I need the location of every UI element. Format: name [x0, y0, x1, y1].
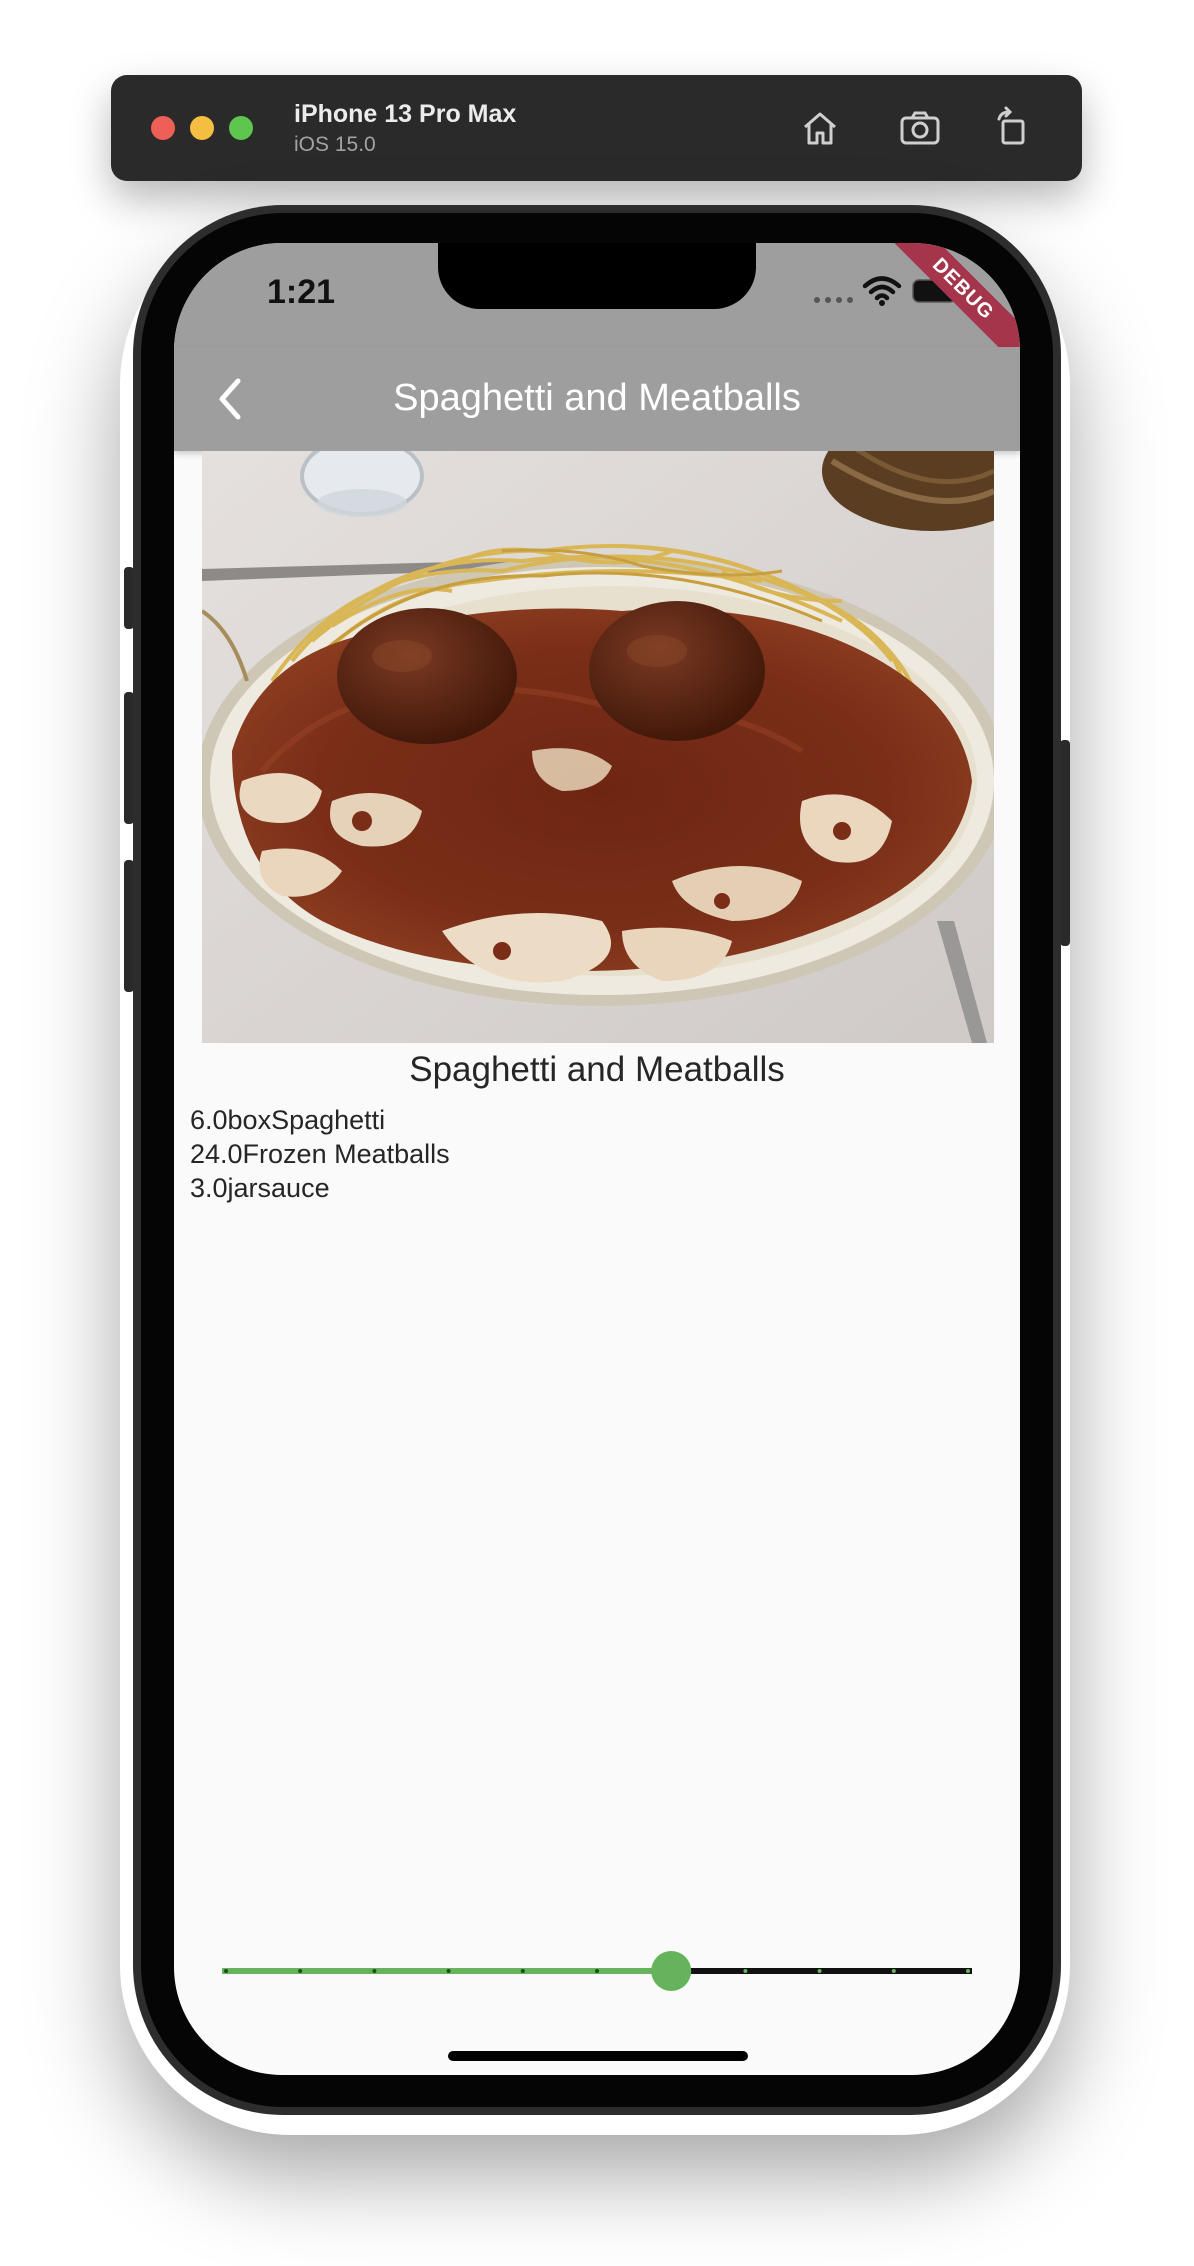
slider-tick [372, 1969, 377, 1973]
ingredient-item: 24.0Frozen Meatballs [190, 1139, 450, 1169]
servings-slider[interactable] [222, 1941, 972, 2001]
phone-screen: 1:21 DEBUG Spaghetti and Meatballs Spagh… [174, 243, 1020, 2075]
slider-tick [446, 1969, 451, 1973]
ingredient-item: 3.0jarsauce [190, 1173, 330, 1203]
slider-tick [298, 1969, 303, 1973]
cellular-signal-icon [814, 297, 853, 303]
wifi-icon [862, 276, 902, 306]
rotate-icon[interactable] [987, 103, 1037, 153]
os-version: iOS 15.0 [294, 133, 376, 156]
power-button [1060, 740, 1070, 946]
device-name: iPhone 13 Pro Max [294, 100, 517, 128]
app-bar: Spaghetti and Meatballs [174, 347, 1020, 451]
slider-tick [891, 1969, 896, 1973]
zoom-window-button[interactable] [229, 116, 253, 140]
page-title: Spaghetti and Meatballs [393, 377, 801, 419]
screenshot-icon[interactable] [895, 103, 945, 153]
recipe-photo [202, 451, 994, 1043]
home-icon[interactable] [795, 103, 845, 153]
slider-thumb[interactable] [651, 1951, 692, 1991]
minimize-window-button[interactable] [190, 116, 214, 140]
close-window-button[interactable] [151, 116, 175, 140]
status-time: 1:21 [267, 273, 336, 311]
notch [438, 243, 756, 309]
slider-tick [743, 1969, 748, 1973]
slider-tick [520, 1969, 525, 1973]
simulator-toolbar: iPhone 13 Pro Max iOS 15.0 [111, 75, 1082, 181]
ingredient-item: 6.0boxSpaghetti [190, 1105, 386, 1135]
slider-tick [966, 1969, 970, 1973]
slider-tick [595, 1969, 599, 1973]
home-indicator [448, 2051, 748, 2061]
recipe-name: Spaghetti and Meatballs [409, 1050, 785, 1089]
slider-tick [817, 1969, 822, 1973]
slider-tick [224, 1969, 228, 1973]
ingredient-list: 6.0boxSpaghetti 24.0Frozen Meatballs 3.0… [190, 1103, 450, 1205]
